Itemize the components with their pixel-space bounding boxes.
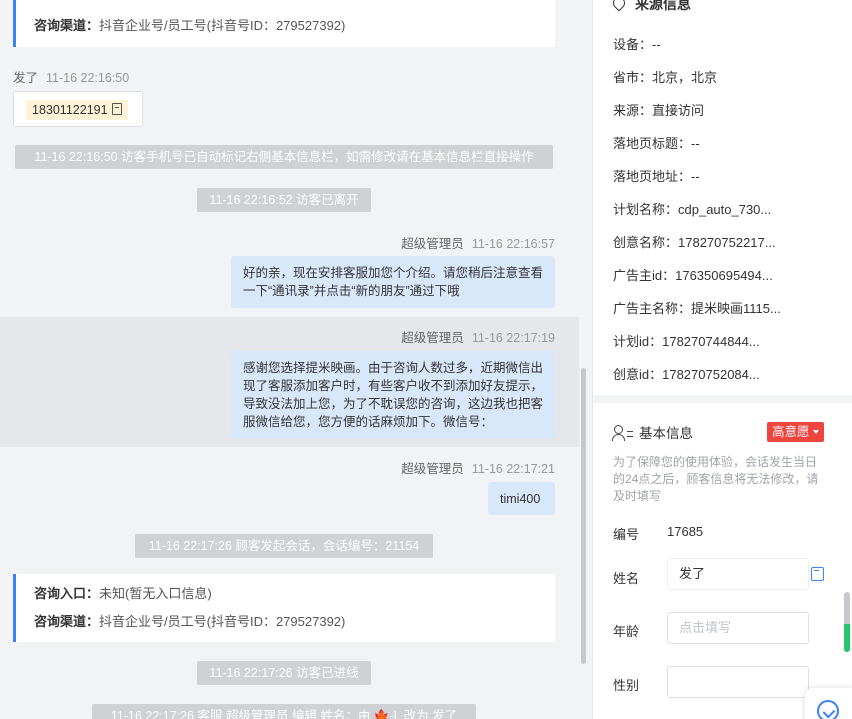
age-label: 年龄 [613, 624, 640, 639]
floating-assistant-button[interactable] [805, 688, 852, 719]
agent-message-2: 感谢您选择提米映画。由于咨询人数过多，近期微信出现了客服添加客户时，有些客户收不… [231, 351, 555, 439]
id-label: 编号 [613, 527, 640, 542]
agent-name: 超级管理员 [401, 237, 464, 251]
visitor-time: 11-16 22:16:50 [46, 71, 130, 85]
source-advertiser-id: 广告主id：176350695494... [613, 268, 773, 283]
age-input[interactable]: 点击填写 [667, 612, 809, 644]
location-icon [610, 0, 628, 12]
source-creative-id: 创意id：178270752084... [613, 367, 760, 382]
intent-level-dropdown[interactable]: 高意愿 [767, 422, 824, 442]
agent-sender-1: 超级管理员 11-16 22:16:57 [401, 233, 555, 252]
visitor-sender: 发了 11-16 22:16:50 [13, 67, 129, 86]
source-region: 省市：北京，北京 [613, 70, 718, 85]
entry-row: 咨询入口：未知(暂无入口信息) [34, 580, 537, 608]
agent-name: 超级管理员 [401, 331, 464, 345]
panel-scroll-indicator [844, 624, 850, 652]
entry-label: 咨询入口： [34, 586, 100, 601]
person-list-icon [612, 424, 633, 442]
session-info-card-bottom: 咨询入口：未知(暂无入口信息) 咨询渠道：抖音企业号/员工号(抖音号ID：279… [13, 574, 555, 642]
source-info-title: 来源信息 [635, 0, 691, 12]
name-input[interactable]: 发了 [667, 558, 809, 590]
channel-label: 咨询渠道： [34, 614, 100, 629]
source-info-header: 来源信息 [610, 0, 691, 14]
channel-row: 咨询渠道：抖音企业号/员工号(抖音号ID：279527392) [34, 12, 537, 40]
copy-icon[interactable] [111, 103, 122, 115]
agent-message-3: timi400 [488, 482, 555, 515]
gender-label: 性别 [613, 678, 640, 693]
system-message-name-edited: 11-16 22:17:26 客服 超级管理员 编辑 姓名：由 🍁-L 改为 发… [92, 704, 476, 719]
channel-value: 抖音企业号/员工号(抖音号ID：279527392) [99, 614, 346, 629]
source-landing-url: 落地页地址：-- [613, 169, 700, 184]
panel-scrollbar[interactable] [844, 592, 850, 652]
chat-pane: 咨询渠道：抖音企业号/员工号(抖音号ID：279527392) 发了 11-16 … [0, 0, 580, 719]
gender-input[interactable] [667, 666, 809, 698]
caret-down-icon [812, 430, 819, 434]
basic-info-header: 基本信息 [612, 422, 693, 442]
agent-time: 11-16 22:17:21 [471, 462, 555, 476]
agent-time: 11-16 22:17:19 [471, 331, 555, 345]
agent-name: 超级管理员 [401, 462, 464, 476]
channel-label: 咨询渠道： [34, 18, 100, 33]
chat-scrollbar[interactable] [579, 0, 592, 719]
system-message-session-start: 11-16 22:17:26 顾客发起会话，会话编号：21154 [135, 534, 433, 558]
phone-tag[interactable]: 18301122191 [26, 100, 128, 120]
agent-sender-2: 超级管理员 11-16 22:17:19 [401, 327, 555, 346]
chat-scroll-thumb[interactable] [581, 368, 586, 664]
source-landing-title: 落地页标题：-- [613, 136, 700, 151]
agent-message-1: 好的亲，现在安排客服加您个介绍。请您稍后注意查看一下“通讯录”并点击“新的朋友”… [231, 256, 555, 308]
intent-level-label: 高意愿 [772, 425, 810, 439]
channel-row: 咨询渠道：抖音企业号/员工号(抖音号ID：279527392) [34, 608, 537, 636]
name-label: 姓名 [613, 571, 640, 586]
copy-name-icon[interactable] [811, 567, 824, 581]
basic-info-title: 基本信息 [639, 426, 693, 441]
system-message-visitor-joined: 11-16 22:17:26 访客已进线 [197, 661, 371, 685]
source-device: 设备：-- [613, 37, 661, 52]
source-plan-name: 计划名称：cdp_auto_730... [613, 202, 772, 217]
source-creative-name: 创意名称：178270752217... [613, 235, 776, 250]
source-plan-id: 计划id：178270744844... [613, 334, 760, 349]
agent-sender-3: 超级管理员 11-16 22:17:21 [401, 458, 555, 477]
assistant-icon [817, 700, 839, 719]
agent-time: 11-16 22:16:57 [471, 237, 555, 251]
visitor-info-panel: 来源信息 设备：-- 省市：北京，北京 来源：直接访问 落地页标题：-- 落地页… [592, 0, 852, 719]
age-placeholder: 点击填写 [679, 620, 732, 635]
session-info-card-top: 咨询渠道：抖音企业号/员工号(抖音号ID：279527392) [13, 0, 555, 47]
entry-value: 未知(暂无入口信息) [99, 586, 212, 601]
source-origin: 来源：直接访问 [613, 103, 705, 118]
visitor-phone-message: 18301122191 [13, 91, 143, 127]
phone-number: 18301122191 [32, 103, 108, 117]
id-value: 17685 [667, 524, 704, 539]
visitor-name: 发了 [13, 71, 39, 85]
channel-value: 抖音企业号/员工号(抖音号ID：279527392) [99, 18, 346, 33]
system-message-visitor-left: 11-16 22:16:52 访客已离开 [197, 188, 371, 212]
system-message-phone-marked: 11-16 22:16:50 访客手机号已自动标记右侧基本信息栏，如需修改请在基… [15, 145, 553, 169]
source-advertiser-name: 广告主名称：提米映画1115... [613, 301, 781, 316]
edit-deadline-notice: 为了保障您的使用体验，会话发生当日的24点之后，顾客信息将无法修改，请及时填写 [613, 455, 819, 503]
section-divider [593, 395, 852, 403]
